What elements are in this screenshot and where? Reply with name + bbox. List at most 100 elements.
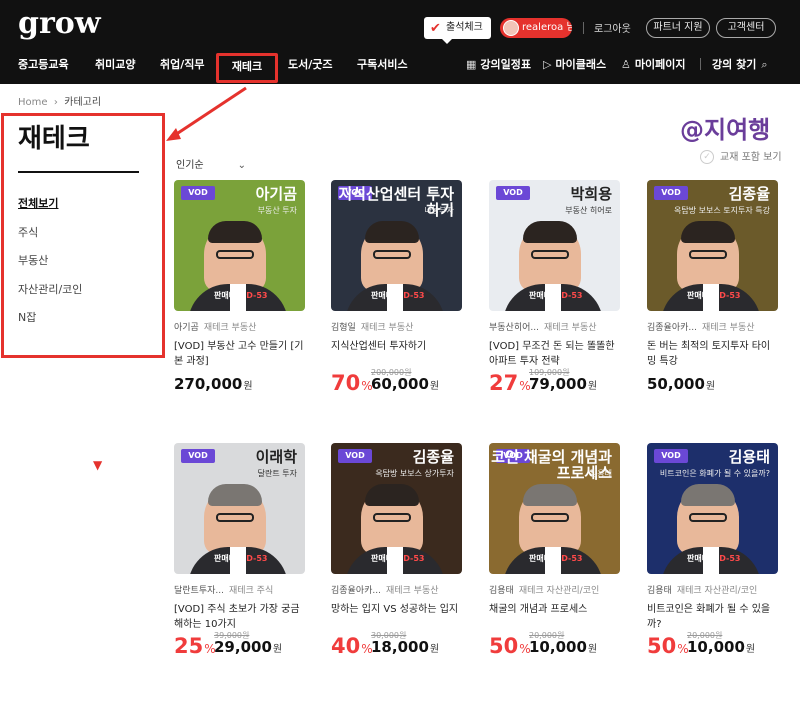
product-title[interactable]: [VOD] 주식 초보가 가장 궁금해하는 10가지 — [174, 602, 305, 632]
thumbnail-title: 아기곰 — [255, 185, 297, 203]
myclass-link[interactable]: ▷ 마이클래스 — [543, 56, 606, 72]
search-icon: ⌕ — [761, 58, 768, 71]
product-category: 재테크 부동산 — [543, 323, 597, 333]
discount-rate: 50% — [489, 634, 531, 658]
nav-career[interactable]: 취업/직무 — [160, 56, 205, 72]
instructor-name: 김용태 — [647, 586, 672, 596]
chevron-down-icon: ▼ — [93, 458, 103, 472]
product-title[interactable]: 채굴의 개념과 프로세스 — [489, 602, 620, 632]
thumbnail-subtitle: 달란트 투자 — [257, 469, 297, 478]
product-title[interactable]: 비트코인은 화폐가 될 수 있을까? — [647, 602, 778, 632]
product-card[interactable]: VOD 김용태 비트코인은 화폐가 될 수 있을까? 판매마감 D-53 김용태 재테크 … — [647, 443, 778, 658]
sidebar-item-all[interactable]: 전체보기 — [18, 195, 58, 211]
instructor-name: 김종율아카... — [647, 323, 697, 333]
top-header: grow ✔출석체크 realeroa 님 › 로그아웃 파트너 지원 고객센터… — [0, 0, 800, 84]
product-meta: 아기곰 재테크 부동산 — [174, 320, 305, 333]
user-menu[interactable]: realeroa 님 › — [500, 18, 572, 38]
check-circle-icon: ✓ — [700, 150, 714, 164]
sale-price: 29,000원 — [214, 638, 283, 656]
thumbnail-subtitle: 부동산 투자 — [257, 206, 297, 215]
product-title[interactable]: 지식산업센터 투자하기 — [331, 339, 462, 369]
calendar-icon: ▦ — [466, 58, 477, 71]
product-card[interactable]: VOD 지식산업센터 투자하기 나눔부자 판매마감 D-53 김형일 재테크 부동산지식산… — [331, 180, 462, 395]
product-thumbnail[interactable]: VOD 김종율 옥탑방 보보스 토지투자 특강 판매마감 D-53 — [647, 180, 778, 311]
chevron-down-icon: ⌄ — [237, 160, 246, 171]
instructor-photo — [361, 484, 423, 555]
nav-subscription[interactable]: 구독서비스 — [357, 56, 408, 72]
deadline-label: 판매마감 D-53 — [529, 554, 583, 563]
product-meta: 김종율아카... 재테크 부동산 — [647, 320, 778, 333]
product-title[interactable]: [VOD] 무조건 돈 되는 똘똘한 아파트 투자 전략 — [489, 339, 620, 369]
instructor-photo — [204, 484, 266, 555]
sidebar-item-njob[interactable]: N잡 — [18, 309, 36, 325]
deadline-label: 판매마감 D-53 — [371, 554, 425, 563]
product-card[interactable]: VOD 이래학 달란트 투자 판매마감 D-53 달란트투자... 재테크 주식 [VOD]… — [174, 443, 305, 658]
vod-badge: VOD — [338, 449, 372, 463]
price-row: 270,000원 — [174, 371, 305, 395]
sidebar-item-asset-coin[interactable]: 자산관리/코인 — [18, 281, 82, 297]
thumbnail-title: 김종율 — [412, 448, 454, 466]
thumbnail-subtitle: 옥탑방 보보스 상가투자 — [375, 469, 454, 478]
product-thumbnail[interactable]: VOD 지식산업센터 투자하기 나눔부자 판매마감 D-53 — [331, 180, 462, 311]
vod-badge: VOD — [496, 186, 530, 200]
vod-badge: VOD — [654, 186, 688, 200]
price-row: 25% 39,000원 29,000원 — [174, 631, 305, 658]
customer-center-button[interactable]: 고객센터 — [716, 18, 776, 38]
product-thumbnail[interactable]: VOD 아기곰 부동산 투자 판매마감 D-53 — [174, 180, 305, 311]
divider — [583, 22, 584, 34]
price-row: 50,000원 — [647, 371, 778, 395]
instructor-name: 김형일 — [331, 323, 356, 333]
textbook-include-toggle[interactable]: ✓ 교재 포함 보기 — [700, 148, 782, 164]
nav-books-goods[interactable]: 도서/굿즈 — [288, 56, 333, 72]
logout-link[interactable]: 로그아웃 — [594, 20, 631, 35]
attendance-check-button[interactable]: ✔ 출석체크 — [424, 17, 491, 44]
partner-support-button[interactable]: 파트너 지원 — [646, 18, 710, 38]
product-meta: 김용태 재테크 자산관리/코인 — [489, 583, 620, 596]
nav-finance[interactable]: 재테크 — [216, 53, 278, 83]
product-thumbnail[interactable]: VOD 김종율옥탑방 보보스 상가투자판매마감 D-53 — [331, 443, 462, 574]
category-title: 재테크 — [18, 124, 90, 154]
sidebar-item-stocks[interactable]: 주식 — [18, 224, 38, 240]
product-card[interactable]: VOD 코인 채굴의 개념과 프로세스 김용태 판매마감 D-53 김용태 재테크 자산관… — [489, 443, 620, 658]
instructor-name: 부동산히어... — [489, 323, 539, 333]
product-category: 재테크 자산관리/코인 — [518, 586, 600, 596]
discount-rate: 50% — [647, 634, 689, 658]
avatar — [503, 20, 519, 36]
discount-rate: 70% — [331, 371, 373, 395]
instructor-name: 아기곰 — [174, 323, 199, 333]
deadline-label: 판매마감 D-53 — [214, 554, 268, 563]
price-row: 27% 109,000원 79,000원 — [489, 368, 620, 395]
grow-logo[interactable]: grow — [18, 6, 101, 41]
product-meta: 김형일 재테크 부동산 — [331, 320, 462, 333]
product-thumbnail[interactable]: VOD 이래학 달란트 투자 판매마감 D-53 — [174, 443, 305, 574]
deadline-label: 판매마감 D-53 — [529, 291, 583, 300]
product-title[interactable]: 망하는 입지 VS 성공하는 입지 — [331, 602, 462, 632]
course-search-link[interactable]: 강의 찾기 ⌕ — [712, 56, 767, 72]
sort-dropdown[interactable]: 인기순 ⌄ — [176, 156, 246, 171]
mypage-link[interactable]: ♙ 마이페이지 — [621, 56, 685, 72]
product-meta: 김용태 재테크 자산관리/코인 — [647, 583, 778, 596]
product-category: 재테크 주식 — [228, 586, 274, 596]
sidebar-item-realestate[interactable]: 부동산 — [18, 252, 48, 268]
breadcrumb-separator: › — [50, 97, 65, 108]
thumbnail-title: 김용태 — [728, 448, 770, 466]
product-thumbnail[interactable]: VOD 박희용 부동산 히어로 판매마감 D-53 — [489, 180, 620, 311]
watermark: @지여행 — [680, 116, 771, 144]
product-card[interactable]: VOD 아기곰 부동산 투자 판매마감 D-53 아기곰 재테크 부동산 [VOD] 부동산… — [174, 180, 305, 395]
product-title[interactable]: 돈 버는 최적의 토지투자 타이밍 특강 — [647, 339, 778, 369]
divider — [18, 171, 139, 173]
deadline-label: 판매마감 D-53 — [371, 291, 425, 300]
product-card[interactable]: VOD 김종율 옥탑방 보보스 토지투자 특강 판매마감 D-53 김종율아카... 재테… — [647, 180, 778, 395]
schedule-link[interactable]: ▦ 강의일정표 — [466, 56, 531, 72]
instructor-photo — [361, 221, 423, 292]
breadcrumb-home[interactable]: Home — [18, 97, 48, 108]
product-card[interactable]: VOD 김종율 옥탑방 보보스 상가투자 판매마감 D-53 김종율아카... 재테크 부… — [331, 443, 462, 658]
price-row: 70% 200,000원 60,000원 — [331, 368, 462, 395]
nav-secondary-education[interactable]: 중고등교육 — [18, 56, 69, 72]
product-thumbnail[interactable]: VOD 김용태 비트코인은 화폐가 될 수 있을까? 판매마감 D-53 — [647, 443, 778, 574]
product-title[interactable]: [VOD] 부동산 고수 만들기 [기본 과정] — [174, 339, 305, 369]
product-category: 재테크 부동산 — [701, 323, 755, 333]
product-card[interactable]: VOD 박희용 부동산 히어로 판매마감 D-53 부동산히어... 재테크 부동산 [VO… — [489, 180, 620, 395]
product-thumbnail[interactable]: VOD 코인 채굴의 개념과 프로세스 김용태 판매마감 D-53 — [489, 443, 620, 574]
nav-hobby[interactable]: 취미교양 — [95, 56, 135, 72]
